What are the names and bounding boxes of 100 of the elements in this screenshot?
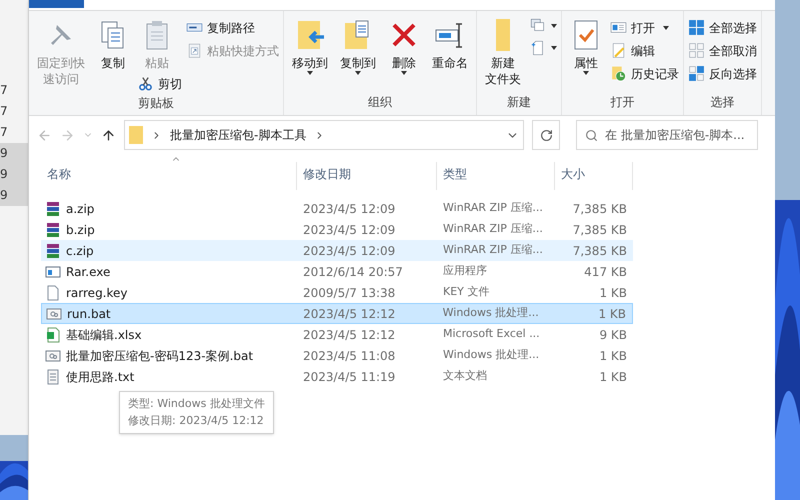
folder-icon: [496, 19, 510, 51]
folder-icon: [129, 126, 143, 144]
file-size: 7,385 KB: [572, 222, 628, 238]
caret-icon: [307, 71, 313, 75]
ribbon-button[interactable]: 反向选择: [688, 63, 757, 84]
archive-icon: [45, 200, 61, 216]
ribbon-button[interactable]: 历史记录: [610, 63, 679, 84]
address-field[interactable]: 批量加密压缩包-脚本工具: [124, 120, 524, 150]
file-name: rarreg.key: [66, 284, 128, 302]
file-row[interactable]: run.bat 2023/4/5 12:12 Windows 批处理... 1 KB: [41, 303, 633, 324]
file-row[interactable]: b.zip 2023/4/5 12:09 WinRAR ZIP 压缩... 7,385 KB: [41, 219, 633, 240]
ribbon-button[interactable]: 复制到: [336, 15, 380, 75]
ribbon-button[interactable]: 全部取消: [688, 40, 757, 61]
file-type: KEY 文件: [442, 284, 490, 300]
archive-icon: [45, 222, 61, 238]
ribbon-button[interactable]: 复制路径: [186, 17, 255, 38]
file-type: Windows 批处理...: [442, 305, 540, 322]
list-number: 7: [0, 82, 9, 99]
column-header[interactable]: 类型: [437, 162, 555, 190]
ribbon-button[interactable]: 删除: [384, 15, 424, 75]
spreadsheet-icon: [45, 326, 61, 342]
modified-date: 2023/4/5 12:12: [302, 306, 396, 322]
ribbon-button[interactable]: 属性: [566, 15, 606, 75]
ribbon-button[interactable]: 重命名: [428, 15, 472, 71]
file-size: 1 KB: [597, 306, 627, 322]
group-label: 剪贴板: [137, 95, 175, 112]
group-label: 组织: [367, 94, 393, 111]
file-type: WinRAR ZIP 压缩...: [442, 200, 544, 216]
file-size: 1 KB: [598, 284, 628, 302]
refresh-icon: [540, 128, 552, 142]
file-row[interactable]: rarreg.key 2009/5/7 13:38 KEY 文件 1 KB: [41, 282, 633, 303]
file-type: WinRAR ZIP 压缩...: [442, 221, 544, 238]
file-row[interactable]: 基础编辑.xlsx 2023/4/5 12:12 Microsoft Excel ... 9 KB: [41, 324, 633, 345]
pencil-document-icon: [610, 42, 627, 59]
file-type: Microsoft Excel ...: [442, 326, 541, 342]
modified-date: 2009/5/7 13:38: [302, 284, 396, 302]
file-type: WinRAR ZIP 压缩...: [442, 242, 544, 258]
modified-date: 2023/4/5 11:19: [302, 368, 396, 386]
caret-icon: [583, 71, 589, 75]
ribbon-button[interactable]: 全部选择: [688, 17, 757, 38]
modified-date: 2023/4/5 12:09: [302, 222, 396, 238]
file-name: 批量加密压缩包-密码123-案例.bat: [66, 348, 254, 364]
caret-icon: [355, 71, 361, 75]
blank-file-icon: [45, 284, 61, 300]
ribbon-button[interactable]: 编辑: [610, 40, 655, 61]
gears-window-icon: [45, 348, 61, 364]
path-text: 批量加密压缩包-脚本工具: [170, 127, 306, 144]
file-size: 1 KB: [598, 368, 628, 386]
shortcut-icon: [186, 42, 203, 59]
file-type: 文本文档: [442, 368, 488, 384]
file-row[interactable]: c.zip 2023/4/5 12:09 WinRAR ZIP 压缩... 7,385 KB: [41, 240, 633, 261]
application-icon: [45, 264, 61, 280]
file-size: 7,385 KB: [572, 200, 628, 218]
file-name: 使用思路.txt: [66, 368, 134, 386]
gears-window-icon: [46, 306, 62, 322]
search-field[interactable]: 在 批量加密压缩包-脚本...: [576, 120, 758, 150]
column-header[interactable]: 修改日期: [297, 162, 437, 190]
archive-icon: [45, 242, 61, 258]
search-icon: [585, 129, 598, 142]
select-all-icon: [688, 19, 705, 36]
modified-date: 2012/6/14 20:57: [302, 264, 404, 280]
ribbon-button[interactable]: 剪切: [137, 73, 182, 94]
modified-date: 2023/4/5 12:12: [302, 326, 396, 344]
group-label: 新建: [506, 94, 532, 111]
caret-icon: [551, 46, 557, 50]
file-name: a.zip: [66, 200, 94, 218]
select-none-icon: [688, 42, 705, 59]
list-number: 7: [0, 103, 9, 120]
tooltip-text: 类型: Windows 批处理文件: [128, 396, 265, 412]
modified-date: 2023/4/5 12:09: [302, 242, 396, 260]
ribbon-button[interactable]: 复制: [93, 15, 133, 71]
ribbon-button[interactable]: 打开: [610, 17, 669, 38]
list-number: 9: [0, 164, 28, 185]
column-header[interactable]: 大小: [555, 162, 633, 190]
ribbon-button[interactable]: 新建 文件夹: [481, 15, 525, 87]
file-type: Windows 批处理...: [442, 347, 540, 364]
file-row[interactable]: 使用思路.txt 2023/4/5 11:19 文本文档 1 KB: [41, 366, 633, 387]
modified-date: 2023/4/5 12:09: [302, 200, 396, 218]
modified-date: 2023/4/5 11:08: [302, 348, 396, 364]
file-row[interactable]: 批量加密压缩包-密码123-案例.bat 2023/4/5 11:08 Windows 批处理... 1 KB: [41, 345, 633, 366]
file-name: run.bat: [67, 306, 111, 322]
file-name: b.zip: [66, 222, 95, 238]
file-row[interactable]: a.zip 2023/4/5 12:09 WinRAR ZIP 压缩... 7,385 KB: [41, 198, 633, 219]
file-size: 9 KB: [598, 326, 628, 344]
file-size: 1 KB: [598, 348, 628, 364]
list-number: 9: [0, 185, 28, 206]
list-number: 7: [0, 124, 9, 141]
caret-icon: [401, 71, 407, 75]
scissors-icon: [137, 75, 154, 92]
list-number: 9: [0, 143, 28, 164]
refresh-button[interactable]: [532, 120, 560, 150]
file-size: 417 KB: [583, 264, 628, 280]
caret-icon: [663, 26, 669, 30]
group-label: 选择: [710, 94, 736, 111]
file-type: 应用程序: [442, 263, 488, 280]
ribbon-button[interactable]: 移动到: [288, 15, 332, 75]
group-label: 打开: [610, 94, 636, 111]
column-header[interactable]: 名称: [41, 162, 297, 190]
file-row[interactable]: Rar.exe 2012/6/14 20:57 应用程序 417 KB: [41, 261, 633, 282]
up-button[interactable]: [101, 128, 116, 142]
